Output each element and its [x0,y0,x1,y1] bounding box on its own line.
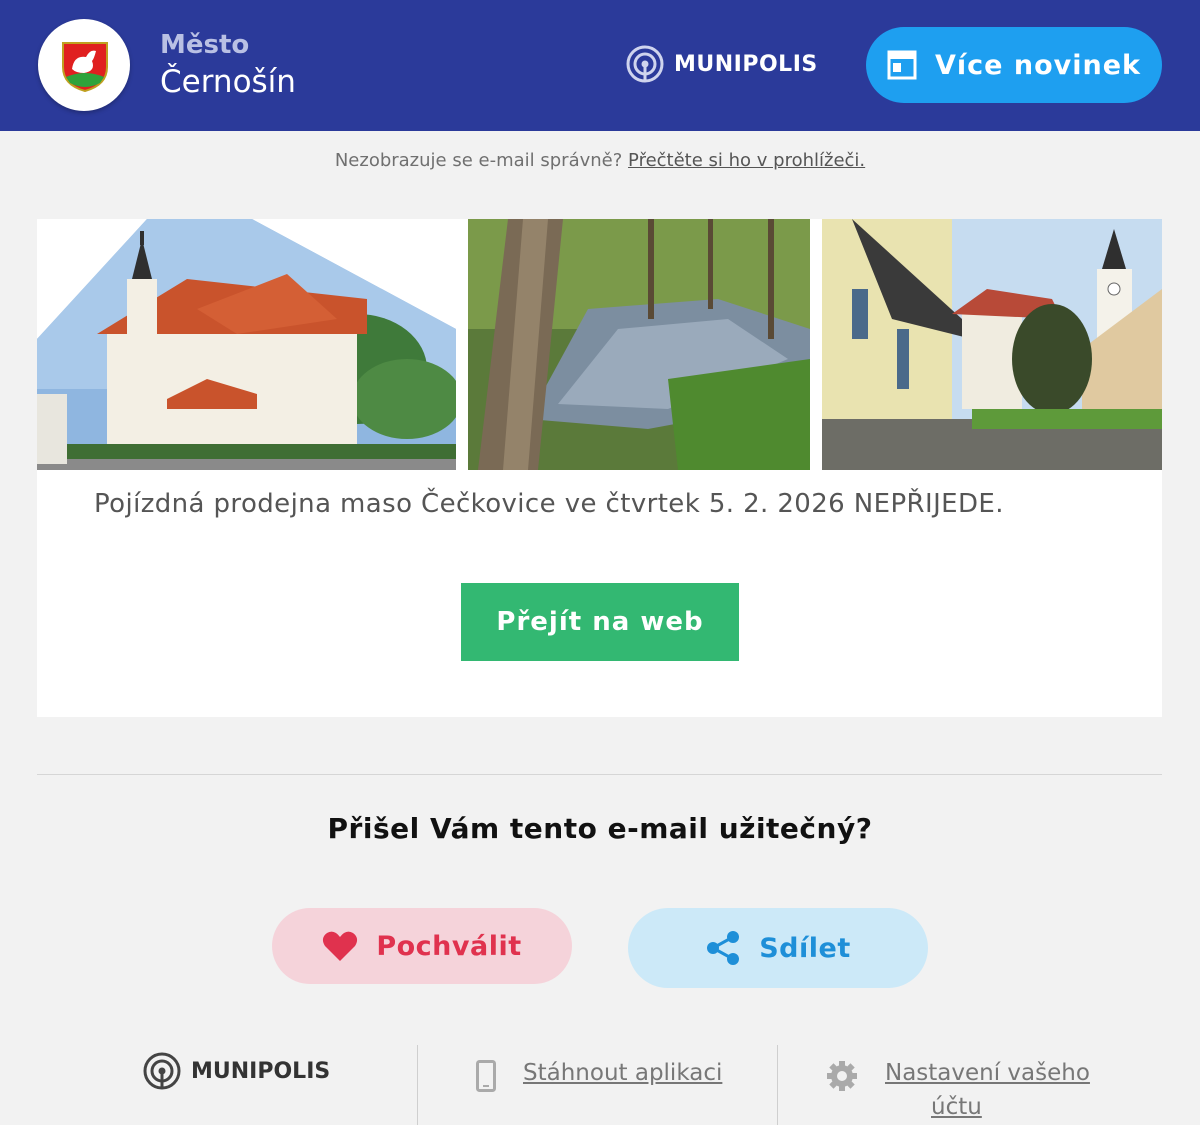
more-news-button[interactable]: Více novinek [866,27,1162,103]
view-in-browser-link[interactable]: Přečtěte si ho v prohlížeči. [628,150,865,171]
footer-munipolis-wordmark: MUNIPOLIS [191,1058,331,1084]
share-label: Sdílet [759,932,851,964]
broadcast-icon [143,1052,181,1090]
town-logo[interactable] [38,19,130,111]
more-news-label: Více novinek [935,49,1141,81]
notice-text: Nezobrazuje se e-mail správně? [334,150,623,171]
footer-munipolis-logo[interactable]: MUNIPOLIS [143,1052,330,1090]
praise-label: Pochválit [376,930,522,962]
newspaper-icon [887,50,917,80]
download-app-link[interactable]: Stáhnout aplikaci [523,1060,722,1086]
phone-icon [476,1060,496,1092]
email-header: Město Černošín MUNIPOLIS Více novinek [0,0,1200,131]
go-to-web-button[interactable]: Přejít na web [461,583,739,661]
town-prefix: Město [160,30,250,60]
browser-view-notice: Nezobrazuje se e-mail správně? Přečtěte … [0,150,1200,171]
heart-icon [323,931,358,961]
coat-of-arms-icon [62,42,108,93]
footer-separator [777,1045,778,1125]
news-card: Pojízdná prodejna maso Čečkovice ve čtvr… [37,219,1162,717]
church-photo [37,219,456,470]
account-settings-link-line2[interactable]: účtu [931,1094,982,1120]
river-photo [468,219,810,470]
share-button[interactable]: Sdílet [628,908,928,988]
town-name: Černošín [160,64,296,100]
feedback-question: Přišel Vám tento e-mail užitečný? [327,812,873,845]
village-street-photo [822,219,1162,470]
divider [37,774,1162,775]
praise-button[interactable]: Pochválit [272,908,572,984]
munipolis-wordmark: MUNIPOLIS [674,51,818,77]
footer-separator [417,1045,418,1125]
broadcast-icon [626,45,664,83]
gear-icon [827,1061,857,1091]
munipolis-logo[interactable]: MUNIPOLIS [626,44,818,84]
article-text: Pojízdná prodejna maso Čečkovice ve čtvr… [94,489,1004,519]
account-settings-link[interactable]: Nastavení vašeho [885,1060,1090,1086]
share-icon [707,931,740,965]
